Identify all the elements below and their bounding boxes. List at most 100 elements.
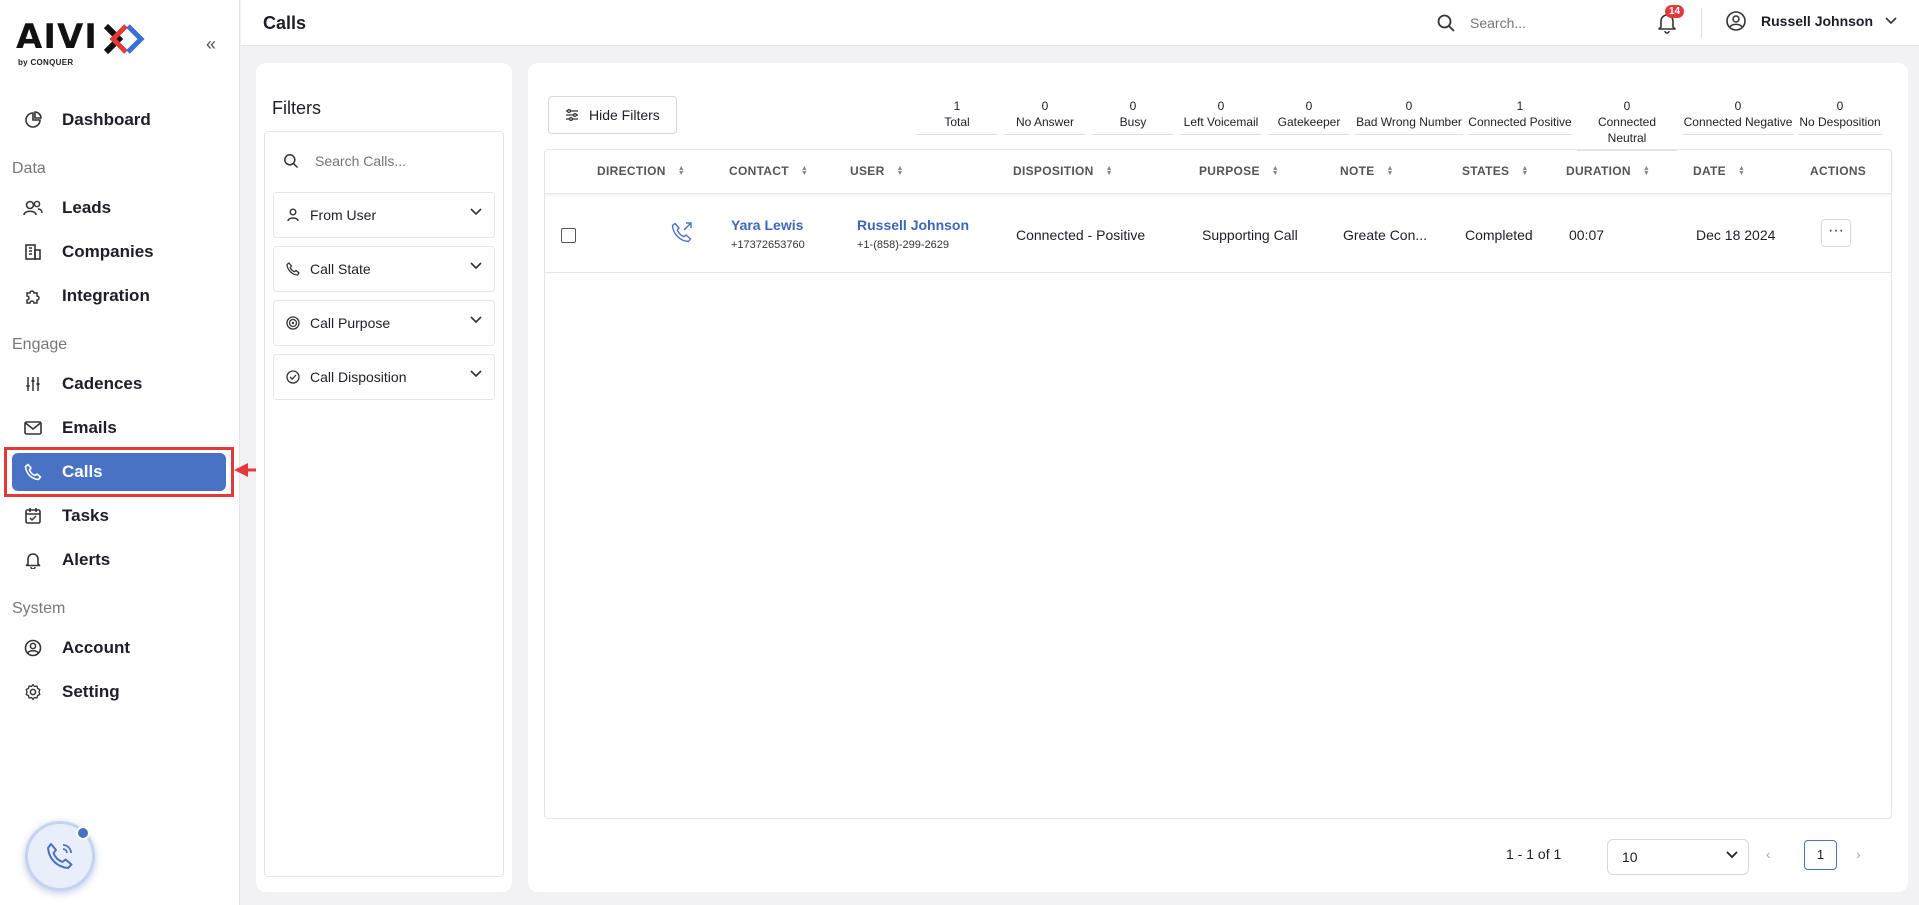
row-actions-button[interactable]: ··· xyxy=(1821,219,1851,247)
stat-left-voicemail[interactable]: 0 Left Voicemail xyxy=(1180,98,1262,135)
column-label: PURPOSE xyxy=(1199,164,1260,178)
filters-list: From User Call State Call Purpose Call D… xyxy=(264,131,504,877)
page-size-select[interactable]: 10 xyxy=(1607,839,1749,875)
column-contact[interactable]: CONTACT ▲ ▼ xyxy=(729,164,808,178)
search-icon xyxy=(284,154,299,169)
table-row[interactable]: Yara Lewis +17372653760 Russell Johnson … xyxy=(545,195,1891,273)
note-cell: Greate Con... xyxy=(1343,227,1428,243)
user-phone: +1-(858)-299-2629 xyxy=(857,239,950,251)
stat-label: Total xyxy=(944,115,970,129)
column-label: DURATION xyxy=(1566,164,1631,178)
sidebar-item-account[interactable]: Account xyxy=(12,628,227,668)
stat-label: Connected Positive xyxy=(1468,115,1572,129)
sidebar-item-setting[interactable]: Setting xyxy=(12,672,227,712)
stat-busy[interactable]: 0 Busy xyxy=(1092,98,1174,135)
filters-panel: Filters From User Call State Call Purpos… xyxy=(256,63,512,892)
column-label: USER xyxy=(850,164,885,178)
filter-call-purpose[interactable]: Call Purpose xyxy=(273,300,495,346)
sidebar-item-label: Dashboard xyxy=(62,110,151,129)
stat-bad-wrong-number[interactable]: 0 Bad Wrong Number xyxy=(1355,98,1463,135)
sort-icon: ▲ ▼ xyxy=(1271,165,1280,177)
puzzle-icon xyxy=(22,285,44,307)
topbar: Calls 14 Russell Johnson xyxy=(241,0,1919,46)
pagination-range: 1 - 1 of 1 xyxy=(1506,846,1562,862)
hide-filters-button[interactable]: Hide Filters xyxy=(548,96,677,134)
stat-total[interactable]: 1 Total xyxy=(916,98,998,135)
user-name-link[interactable]: Russell Johnson xyxy=(857,217,969,233)
stat-label: Connected Neutral xyxy=(1597,115,1657,145)
sidebar-item-leads[interactable]: Leads xyxy=(12,188,227,228)
contact-name-link[interactable]: Yara Lewis xyxy=(731,217,803,233)
sidebar-item-integration[interactable]: Integration xyxy=(12,276,227,316)
stat-value: 0 xyxy=(1217,99,1225,113)
collapse-sidebar-icon[interactable]: « xyxy=(201,34,221,54)
column-duration[interactable]: DURATION ▲ ▼ xyxy=(1566,164,1650,178)
next-page-button[interactable]: › xyxy=(1856,846,1861,862)
brand-logo[interactable]: AIVI by CONQUER xyxy=(16,18,146,68)
dialer-button[interactable] xyxy=(25,821,95,891)
prev-page-button[interactable]: ‹ xyxy=(1766,846,1771,862)
filter-from-user[interactable]: From User xyxy=(273,192,495,238)
sidebar: AIVI by CONQUER « Dashboard Data Leads C… xyxy=(0,0,315,905)
duration-cell: 00:07 xyxy=(1569,227,1605,243)
stat-gatekeeper[interactable]: 0 Gatekeeper xyxy=(1268,98,1350,135)
filter-call-state[interactable]: Call State xyxy=(273,246,495,292)
search-input[interactable] xyxy=(1470,15,1610,31)
stat-value: 0 xyxy=(1129,99,1137,113)
nav-section-engage: Engage xyxy=(12,336,68,353)
filter-search-input[interactable] xyxy=(315,153,485,169)
stat-value: 0 xyxy=(1041,99,1049,113)
stat-connected-neutral[interactable]: 0 Connected Neutral xyxy=(1577,98,1677,151)
stat-value: 1 xyxy=(1516,99,1524,113)
stat-label: Busy xyxy=(1119,115,1147,129)
column-purpose[interactable]: PURPOSE ▲ ▼ xyxy=(1199,164,1279,178)
logo-mark-icon xyxy=(103,23,145,55)
stat-no-answer[interactable]: 0 No Answer xyxy=(1004,98,1086,135)
filter-call-disposition[interactable]: Call Disposition xyxy=(273,354,495,400)
stat-label: No Answer xyxy=(1015,115,1075,129)
filter-label: From User xyxy=(310,207,377,223)
users-icon xyxy=(22,197,44,219)
column-note[interactable]: NOTE ▲ ▼ xyxy=(1340,164,1394,178)
stat-label: Bad Wrong Number xyxy=(1356,115,1462,129)
stat-value: 0 xyxy=(1836,99,1844,113)
sort-icon: ▲ ▼ xyxy=(1105,165,1113,177)
sidebar-item-companies[interactable]: Companies xyxy=(12,232,227,272)
sidebar-item-tasks[interactable]: Tasks xyxy=(12,496,227,536)
sidebar-item-cadences[interactable]: Cadences xyxy=(12,364,227,404)
sidebar-item-dashboard[interactable]: Dashboard xyxy=(12,100,227,140)
sidebar-item-emails[interactable]: Emails xyxy=(12,408,227,448)
sliders-icon xyxy=(22,373,44,395)
filter-search[interactable] xyxy=(275,146,495,176)
target-icon xyxy=(286,315,302,331)
sort-icon: ▲ ▼ xyxy=(1642,165,1651,177)
phone-wave-icon xyxy=(47,843,73,869)
sidebar-item-label: Integration xyxy=(62,286,150,305)
stat-connected-positive[interactable]: 1 Connected Positive xyxy=(1468,98,1572,135)
chevron-down-icon xyxy=(1885,17,1897,25)
user-menu[interactable]: Russell Johnson xyxy=(1725,10,1897,32)
stat-label: Gatekeeper xyxy=(1277,115,1341,129)
column-user[interactable]: USER ▲ ▼ xyxy=(850,164,904,178)
sort-icon: ▲ ▼ xyxy=(800,165,809,177)
purpose-cell: Supporting Call xyxy=(1202,227,1298,243)
user-circle-icon xyxy=(22,637,44,659)
logo-subtitle: by CONQUER xyxy=(18,58,74,67)
column-disposition[interactable]: DISPOSITION ▲ ▼ xyxy=(1013,164,1113,178)
calendar-check-icon xyxy=(22,505,44,527)
sidebar-item-alerts[interactable]: Alerts xyxy=(12,540,227,580)
stat-no-disposition[interactable]: 0 No Desposition xyxy=(1798,98,1882,135)
page-number-button[interactable]: 1 xyxy=(1804,840,1837,870)
global-search[interactable] xyxy=(1436,10,1616,36)
divider xyxy=(1701,8,1702,38)
column-direction[interactable]: DIRECTION ▲ ▼ xyxy=(597,164,685,178)
column-label: ACTIONS xyxy=(1810,164,1867,178)
sidebar-item-label: Account xyxy=(62,638,130,657)
stat-connected-negative[interactable]: 0 Connected Negative xyxy=(1682,98,1794,135)
column-date[interactable]: DATE ▲ ▼ xyxy=(1693,164,1745,178)
building-icon xyxy=(22,241,44,263)
column-states[interactable]: STATES ▲ ▼ xyxy=(1462,164,1529,178)
sidebar-item-label: Leads xyxy=(62,198,112,217)
mail-icon xyxy=(22,417,44,439)
row-checkbox[interactable] xyxy=(561,228,576,243)
